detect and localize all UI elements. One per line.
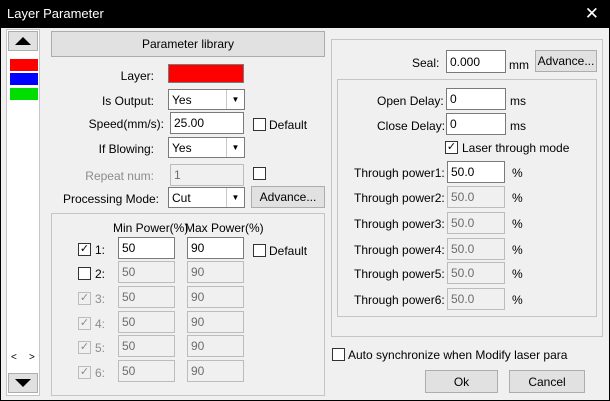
parameter-library-button[interactable]: Parameter library [51,31,325,57]
seal-advance-button[interactable]: Advance... [535,50,597,72]
through-power-input[interactable]: 50.0 [447,161,505,183]
layer-swatch-red[interactable] [10,59,38,71]
title-bar: Layer Parameter ✕ [1,1,609,28]
scroll-right-icon[interactable]: > [29,352,35,363]
chevron-down-icon: ▼ [226,188,244,207]
power-row-checkbox[interactable]: ✓ [78,292,91,305]
open-delay-label: Open Delay: [377,94,444,108]
is-output-label: Is Output: [101,94,154,108]
arrow-down-icon [15,379,31,387]
min-power-input[interactable]: 50 [118,286,175,308]
max-power-input[interactable]: 90 [187,237,244,259]
arrow-up-icon [15,37,31,45]
power-row-checkbox[interactable]: ✓ [78,243,91,256]
repeat-checkbox[interactable] [253,167,266,180]
cancel-button[interactable]: Cancel [509,370,585,393]
power-default-checkbox[interactable] [253,244,266,257]
through-power-unit: % [512,293,523,307]
scroll-down-button[interactable] [8,373,38,393]
ok-button[interactable]: Ok [425,370,498,393]
max-power-header: Max Power(%) [185,221,264,235]
through-power-label: Through power3: [354,217,445,231]
if-blowing-select[interactable]: Yes ▼ [168,137,245,158]
layer-color-box[interactable] [168,64,244,83]
speed-label: Speed(mm/s): [88,117,164,131]
power-row-label: 4: [95,317,106,331]
laser-through-checkbox[interactable]: ✓ [445,141,458,154]
layer-label: Layer: [120,69,154,83]
power-row-checkbox[interactable] [78,267,91,280]
min-power-input[interactable]: 50 [118,335,175,357]
min-power-header: Min Power(%) [113,221,189,235]
layer-list[interactable]: < > [6,29,40,396]
power-row-checkbox[interactable]: ✓ [78,317,91,330]
power-row-checkbox[interactable]: ✓ [78,366,91,379]
if-blowing-value: Yes [172,140,192,155]
auto-sync-checkbox[interactable] [332,348,345,361]
through-power-unit: % [512,166,523,180]
seal-input[interactable]: 0.000 [446,50,506,73]
through-power-unit: % [512,267,523,281]
seal-unit: mm [509,58,529,72]
layer-swatch-green[interactable] [10,88,38,100]
laser-through-label: Laser through mode [462,141,570,155]
power-row-label: 6: [95,366,106,380]
auto-sync-label: Auto synchronize when Modify laser para [348,348,568,362]
scroll-up-button[interactable] [8,31,38,51]
seal-label: Seal: [412,56,440,70]
repeat-num-input[interactable]: 1 [170,164,244,186]
window-title: Layer Parameter [7,6,104,21]
speed-default-checkbox[interactable] [253,118,266,131]
through-power-label: Through power6: [354,293,445,307]
processing-mode-select[interactable]: Cut ▼ [168,187,245,208]
repeat-num-label: Repeat num: [85,169,154,183]
through-power-label: Through power5: [354,267,445,281]
through-power-input[interactable]: 50.0 [447,212,505,234]
through-power-input[interactable]: 50.0 [447,288,505,310]
scroll-left-icon[interactable]: < [11,352,17,363]
if-blowing-label: If Blowing: [98,142,154,156]
processing-advance-button[interactable]: Advance... [251,186,325,208]
min-power-input[interactable]: 50 [118,237,175,259]
is-output-value: Yes [172,92,192,107]
through-power-label: Through power4: [354,243,445,257]
power-row-checkbox[interactable]: ✓ [78,341,91,354]
close-delay-unit: ms [510,119,526,133]
through-power-input[interactable]: 50.0 [447,238,505,260]
layer-parameter-dialog: Layer Parameter ✕ < > Parameter library … [0,0,610,401]
chevron-down-icon: ▼ [226,90,244,109]
power-row-label: 5: [95,341,106,355]
speed-default-label: Default [269,118,308,132]
min-power-input[interactable]: 50 [118,360,175,382]
open-delay-unit: ms [510,94,526,108]
speed-input[interactable]: 25.00 [170,112,244,134]
processing-mode-label: Processing Mode: [62,192,159,206]
is-output-select[interactable]: Yes ▼ [168,89,245,110]
max-power-input[interactable]: 90 [187,311,244,333]
max-power-input[interactable]: 90 [187,335,244,357]
through-power-label: Through power1: [354,166,445,180]
through-power-input[interactable]: 50.0 [447,186,505,208]
max-power-input[interactable]: 90 [187,286,244,308]
min-power-input[interactable]: 50 [118,311,175,333]
power-row-label: 2: [95,267,106,281]
max-power-input[interactable]: 90 [187,360,244,382]
power-default-label: Default [269,244,308,258]
processing-mode-value: Cut [172,190,191,205]
through-power-unit: % [512,243,523,257]
max-power-input[interactable]: 90 [187,261,244,283]
power-row-label: 3: [95,292,106,306]
through-power-label: Through power2: [354,191,445,205]
through-power-input[interactable]: 50.0 [447,262,505,284]
through-power-unit: % [512,217,523,231]
min-power-input[interactable]: 50 [118,261,175,283]
close-delay-label: Close Delay: [377,119,446,133]
close-icon[interactable]: ✕ [585,4,599,24]
open-delay-input[interactable]: 0 [446,88,506,110]
through-power-unit: % [512,191,523,205]
layer-swatch-blue[interactable] [10,73,38,85]
chevron-down-icon: ▼ [226,138,244,157]
close-delay-input[interactable]: 0 [446,113,506,135]
power-row-label: 1: [95,243,106,257]
